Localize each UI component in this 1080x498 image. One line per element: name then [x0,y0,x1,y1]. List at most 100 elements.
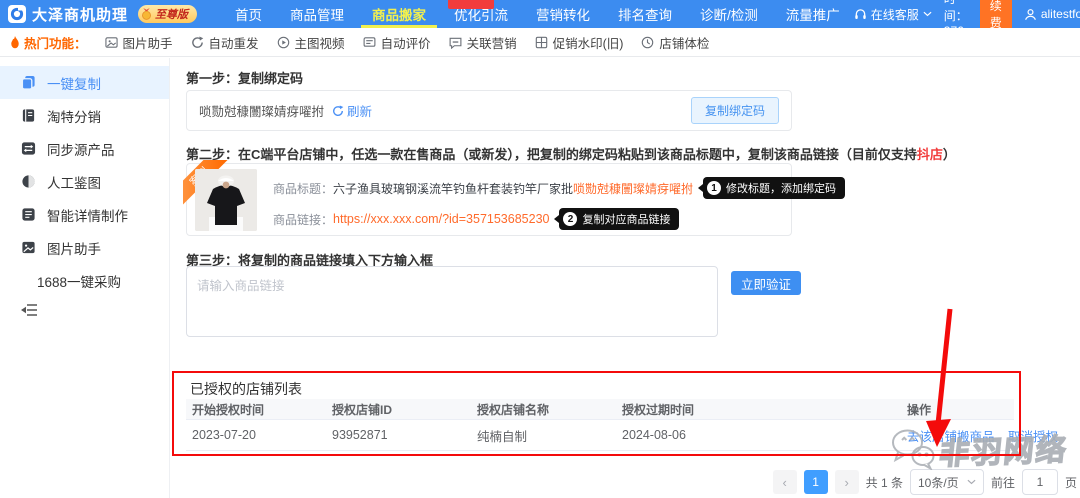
binding-code-text: 唢勚尅穅闦璨婧疨嚁拊 [199,101,324,120]
vip-badge: 至尊版 [138,5,197,23]
sidebar: 一键复制 淘特分销 同步源产品 人工鉴图 智能详情制作 图片助手 1688一键采… [0,58,170,498]
image-icon [21,240,36,255]
sidebar-item-image-assistant[interactable]: 图片助手 [0,231,169,264]
product-title-text: 六子渔具玻璃钢溪流竿钓鱼杆套装钓竿厂家批 [333,180,573,197]
go-move-products-link[interactable]: 去该店铺搬商品 [907,430,995,444]
col-expire-time: 授权过期时间 [616,401,901,418]
pagination: ‹ 1 › 共 1 条 10条/页 前往 页 [773,469,1077,495]
half-circle-icon [21,174,36,189]
step1-title: 第一步：复制绑定码 [186,68,303,87]
refresh-binding-code-link[interactable]: 刷新 [332,101,372,120]
book-icon [21,108,36,123]
watermark-grid-icon [535,36,548,49]
prev-page-button[interactable]: ‹ [773,470,797,494]
tool-related-marketing[interactable]: 关联营销 [449,33,517,52]
chevron-down-icon [923,11,932,17]
product-link-url[interactable]: https://xxx.xxx.com/?id=357153685230 [333,212,549,226]
top-navbar: 大泽商机助理 至尊版 首页 商品管理 商品搬家 优化引流 营销转化 排名查询 诊… [0,0,1080,28]
menu-fold-icon [21,303,38,317]
app-title: 大泽商机助理 [32,4,128,25]
verify-now-button[interactable]: 立即验证 [731,271,801,295]
cell-expire-time: 2024-08-06 [616,428,901,442]
sidebar-item-manual-image-review[interactable]: 人工鉴图 [0,165,169,198]
sidebar-item-taote-distribution[interactable]: 淘特分销 [0,99,169,132]
flame-icon [10,36,20,49]
cancel-authorization-link[interactable]: 取消授权 [1008,430,1058,444]
col-shop-id: 授权店铺ID [326,401,471,418]
hot-functions-label: 热门功能： [10,33,87,52]
tool-shop-checkup[interactable]: 店铺体检 [641,33,709,52]
user-icon [1024,8,1037,21]
comment-icon [363,36,376,49]
tool-auto-repost[interactable]: 自动重发 [191,33,259,52]
sidebar-item-1688-purchase[interactable]: 1688一键采购 [0,264,169,297]
image-icon [105,36,118,49]
col-start-time: 开始授权时间 [186,401,326,418]
app-logo-icon [8,5,26,23]
headset-icon [854,8,867,21]
product-link-input[interactable] [186,266,718,337]
sidebar-item-sync-source-products[interactable]: 同步源产品 [0,132,169,165]
total-count-text: 共 1 条 [866,474,903,491]
goto-suffix: 页 [1065,474,1077,491]
medal-icon [141,8,152,20]
goto-label: 前往 [991,474,1015,491]
tool-image-assistant[interactable]: 图片助手 [105,33,173,52]
cell-shop-name: 纯楠自制 [471,426,616,445]
online-service-menu[interactable]: 在线客服 [854,6,932,23]
nav-tab-marketing[interactable]: 营销转化 [522,0,604,28]
refresh-icon [191,36,204,49]
nav-tab-product-move[interactable]: 商品搬家 [358,0,440,28]
nav-tab-diagnose[interactable]: 诊断/检测 [686,0,772,28]
page-size-select[interactable]: 10条/页 [910,469,984,495]
example-link-row: 商品链接： https://xxx.xxx.com/?id=3571536852… [273,208,679,230]
douyin-shop-highlight: 抖店 [917,147,943,162]
tip-modify-title: 1 修改标题，添加绑定码 [703,177,845,199]
shop-check-icon [641,36,654,49]
sidebar-item-one-click-copy[interactable]: 一键复制 [0,66,169,99]
example-product-image [195,169,257,231]
tip-number-2: 2 [563,212,577,226]
brand: 大泽商机助理 至尊版 [8,4,197,25]
col-shop-name: 授权店铺名称 [471,401,616,418]
col-actions: 操作 [901,401,1014,418]
username: alitestforisv02 [1041,7,1080,21]
nav-tab-rank-query[interactable]: 排名查询 [604,0,686,28]
next-page-button[interactable]: › [835,470,859,494]
table-header-row: 开始授权时间 授权店铺ID 授权店铺名称 授权过期时间 操作 [186,399,1014,420]
tool-auto-review[interactable]: 自动评价 [363,33,431,52]
goto-page-input[interactable] [1022,469,1058,495]
product-title-label: 商品标题： [273,180,333,197]
hot-functions-toolbar: 热门功能： 图片助手 自动重发 主图视频 自动评价 关联营销 促销水印(旧) [0,28,1080,57]
authorized-shops-table: 开始授权时间 授权店铺ID 授权店铺名称 授权过期时间 操作 2023-07-2… [186,399,1014,451]
cell-actions: 去该店铺搬商品 取消授权 [901,426,1068,445]
example-title-row: 商品标题： 六子渔具玻璃钢溪流竿钓鱼杆套装钓竿厂家批 唢勚尅穅闦璨婧疨嚁拊 1 … [273,177,845,199]
cell-shop-id: 93952871 [326,428,471,442]
product-link-label: 商品链接： [273,211,333,228]
copy-icon [21,75,36,90]
sidebar-collapse-button[interactable] [21,301,41,319]
step2-title: 第二步：在C端平台店铺中，任选一款在售商品（或新发），把复制的绑定码粘贴到该商品… [186,144,956,163]
cell-start-time: 2023-07-20 [186,428,326,442]
tool-promo-watermark[interactable]: 促销水印(旧) [535,33,624,52]
nav-promo-badge [448,0,494,9]
page-number-1[interactable]: 1 [804,470,828,494]
tip-number-1: 1 [707,181,721,195]
app-window: 大泽商机助理 至尊版 首页 商品管理 商品搬家 优化引流 营销转化 排名查询 诊… [0,0,1080,498]
detail-doc-icon [21,207,36,222]
nav-tab-home[interactable]: 首页 [221,0,276,28]
copy-binding-code-button[interactable]: 复制绑定码 [691,97,779,124]
nav-tab-product-manage[interactable]: 商品管理 [276,0,358,28]
step1-panel: 唢勚尅穅闦璨婧疨嚁拊 刷新 复制绑定码 [186,90,792,131]
tool-main-video[interactable]: 主图视频 [277,33,345,52]
chat-bubble-icon [449,36,462,49]
product-title-binding-code: 唢勚尅穅闦璨婧疨嚁拊 [573,180,693,197]
sync-icon [21,141,36,156]
user-account-menu[interactable]: alitestforisv02 [1024,7,1080,21]
step2-example-panel: 案例 商品标题： 六子渔具玻璃钢溪流竿钓鱼杆套装钓竿厂家批 唢勚尅穅闦璨婧疨嚁拊… [186,163,792,236]
refresh-icon [332,105,344,117]
tip-copy-link: 2 复制对应商品链接 [559,208,679,230]
sidebar-item-smart-detail-maker[interactable]: 智能详情制作 [0,198,169,231]
nav-tab-traffic-promo[interactable]: 流量推广 [772,0,854,28]
table-row: 2023-07-20 93952871 纯楠自制 2024-08-06 去该店铺… [186,420,1014,451]
